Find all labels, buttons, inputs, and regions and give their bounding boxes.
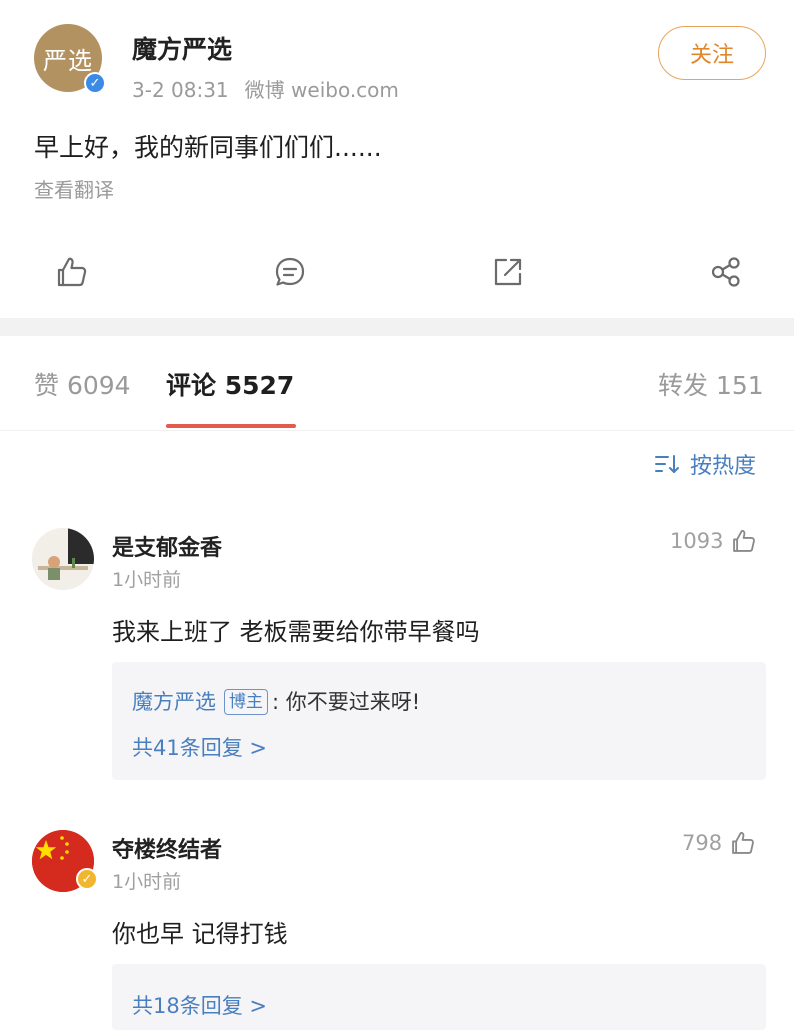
tab-likes[interactable]: 赞 6094: [34, 366, 131, 402]
tab-divider: [0, 430, 794, 431]
like-action[interactable]: [50, 250, 94, 294]
repost-action[interactable]: [486, 250, 530, 294]
sort-label: 按热度: [690, 454, 757, 479]
sort-icon: [655, 455, 679, 473]
post-time: 3-2 08:31: [132, 78, 229, 102]
post-source: 微博 weibo.com: [244, 78, 399, 102]
reply-text: : 你不要过来呀!: [272, 690, 421, 714]
more-replies-link[interactable]: 共41条回复 >: [132, 732, 267, 762]
commenter-name[interactable]: 夺楼终结者: [112, 832, 222, 864]
comment-action[interactable]: [268, 250, 312, 294]
like-icon: [732, 831, 755, 854]
verified-badge-icon: ✓: [76, 868, 98, 890]
active-tab-indicator: [166, 424, 296, 428]
like-icon: [733, 529, 756, 552]
commenter-name[interactable]: 是支郁金香: [112, 530, 222, 562]
follow-button[interactable]: 关注: [658, 26, 766, 80]
author-badge: 博主: [224, 689, 268, 715]
avatar-photo-icon: [32, 528, 94, 590]
section-divider: [0, 318, 794, 336]
tab-comments[interactable]: 评论 5527: [166, 366, 294, 402]
share-icon: [711, 257, 740, 287]
author-name[interactable]: 魔方严选: [132, 30, 232, 66]
translate-link[interactable]: 查看翻译: [34, 174, 114, 203]
comment-text: 我来上班了 老板需要给你带早餐吗: [112, 618, 480, 646]
comment-like-button[interactable]: 1093: [670, 528, 757, 554]
share-action[interactable]: [704, 250, 748, 294]
reply-line: 魔方严选 博主: 你不要过来呀!: [132, 686, 420, 716]
tab-reposts[interactable]: 转发 151: [658, 366, 764, 402]
comment-text: 你也早 记得打钱: [112, 920, 288, 948]
more-replies-link[interactable]: 共18条回复 >: [132, 990, 267, 1020]
comment-time: 1小时前: [112, 871, 182, 893]
comment-like-button[interactable]: 798: [682, 830, 756, 856]
comment-like-count: 798: [682, 831, 723, 855]
post-text: 早上好，我的新同事们们们......: [34, 133, 382, 162]
post-meta: 3-2 08:31 微博 weibo.com: [132, 74, 399, 103]
sort-button[interactable]: 按热度: [654, 448, 756, 480]
verified-badge-icon: ✓: [84, 72, 106, 94]
comment-icon: [275, 257, 305, 286]
repost-icon: [494, 258, 522, 286]
comment-like-count: 1093: [670, 529, 724, 553]
like-icon: [57, 257, 87, 287]
reply-author[interactable]: 魔方严选: [132, 690, 216, 714]
comment-time: 1小时前: [112, 569, 182, 591]
commenter-avatar[interactable]: [32, 528, 94, 590]
reply-preview-box[interactable]: 魔方严选 博主: 你不要过来呀! 共41条回复 >: [112, 662, 766, 780]
reply-preview-box[interactable]: 共18条回复 >: [112, 964, 766, 1030]
avatar-text: 严选: [43, 46, 93, 75]
